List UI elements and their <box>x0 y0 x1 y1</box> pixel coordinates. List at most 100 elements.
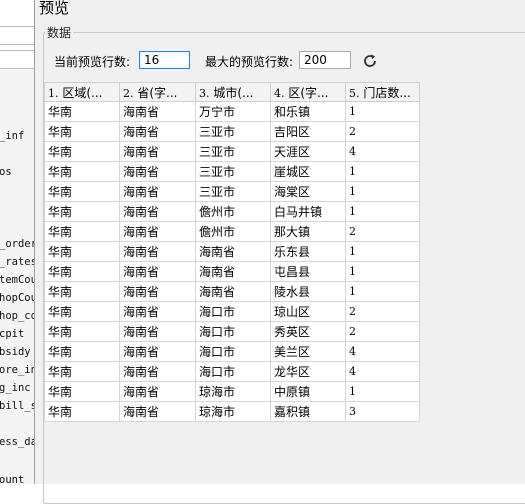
table-cell: 华南 <box>44 221 120 242</box>
background-list-item: bsidy <box>0 346 31 358</box>
column-header[interactable]: 3. 城市(... <box>195 82 271 102</box>
column-header[interactable]: 4. 区(字... <box>270 82 346 102</box>
table-row[interactable]: 华南 海南省 三亚市 吉阳区 2 <box>44 121 420 142</box>
table-cell: 海南省 <box>119 341 196 362</box>
table-row[interactable]: 华南 海南省 琼海市 中原镇 1 <box>44 381 420 402</box>
table-cell: 海南省 <box>119 201 196 222</box>
table-cell: 三亚市 <box>195 161 271 182</box>
background-list-item: g_inc <box>0 382 31 394</box>
table-cell: 美兰区 <box>270 341 346 362</box>
column-index: 4. <box>274 86 285 100</box>
table-cell: 儋州市 <box>195 221 271 242</box>
column-header[interactable]: 1. 区域(... <box>44 82 120 102</box>
table-cell: 海南省 <box>119 261 196 282</box>
refresh-button[interactable] <box>359 50 381 72</box>
table-row[interactable]: 华南 海南省 三亚市 天涯区 4 <box>44 141 420 162</box>
table-cell: 海南省 <box>119 361 196 382</box>
table-cell: 和乐镇 <box>270 101 346 122</box>
column-index: 2. <box>123 86 134 100</box>
background-list-item: os <box>0 166 12 178</box>
table-row[interactable]: 华南 海南省 海口市 秀英区 2 <box>44 321 420 342</box>
table-cell: 华南 <box>44 381 120 402</box>
table-cell: 海南省 <box>119 181 196 202</box>
table-cell: 海南省 <box>119 161 196 182</box>
table-cell: 1 <box>345 241 420 262</box>
table-cell: 2 <box>345 321 420 342</box>
table-cell: 华南 <box>44 181 120 202</box>
table-cell: 华南 <box>44 101 120 122</box>
table-cell: 龙华区 <box>270 361 346 382</box>
table-cell: 1 <box>345 101 420 122</box>
table-header-row: 1. 区域(... 2. 省(字... 3. 城市(... 4. 区(字... 5. 门… <box>44 82 420 102</box>
background-list-item: ore_in <box>0 364 37 376</box>
column-label: 门店数... <box>363 85 411 100</box>
table-row[interactable]: 华南 海南省 儋州市 那大镇 2 <box>44 221 420 242</box>
column-index: 3. <box>199 86 210 100</box>
table-row[interactable]: 华南 海南省 琼海市 嘉积镇 3 <box>44 401 420 422</box>
background-list-item: _order <box>0 238 37 250</box>
table-cell: 海南省 <box>195 281 271 302</box>
table-cell: 海口市 <box>195 361 271 382</box>
column-header[interactable]: 2. 省(字... <box>119 82 196 102</box>
table-cell: 1 <box>345 261 420 282</box>
table-cell: 海南省 <box>119 101 196 122</box>
table-row[interactable]: 华南 海南省 儋州市 白马井镇 1 <box>44 201 420 222</box>
table-cell: 1 <box>345 381 420 402</box>
table-cell: 海南省 <box>119 141 196 162</box>
table-row[interactable]: 华南 海南省 海南省 陵水县 1 <box>44 281 420 302</box>
dialog-title-bar[interactable] <box>35 0 525 16</box>
table-cell: 三亚市 <box>195 141 271 162</box>
table-cell: 三亚市 <box>195 181 271 202</box>
preview-table-area[interactable]: 1. 区域(... 2. 省(字... 3. 城市(... 4. 区(字... 5. 门… <box>44 82 525 484</box>
table-cell: 海南省 <box>119 321 196 342</box>
table-cell: 1 <box>345 201 420 222</box>
max-rows-input[interactable] <box>299 51 351 69</box>
max-rows-label: 最大的预览行数: <box>205 55 294 69</box>
table-cell: 华南 <box>44 321 120 342</box>
table-body: 华南 海南省 万宁市 和乐镇 1 华南 海南省 三亚市 吉阳区 2 华南 海南省 三亚市 天涯区 4 华南 海南… <box>44 101 420 422</box>
table-cell: 2 <box>345 121 420 142</box>
table-cell: 华南 <box>44 161 120 182</box>
table-cell: 海南省 <box>119 401 196 422</box>
table-cell: 华南 <box>44 141 120 162</box>
table-cell: 2 <box>345 221 420 242</box>
table-cell: 吉阳区 <box>270 121 346 142</box>
table-cell: 华南 <box>44 301 120 322</box>
background-list-item: ount <box>0 474 25 484</box>
table-cell: 华南 <box>44 241 120 262</box>
column-index: 5. <box>349 86 360 100</box>
table-cell: 白马井镇 <box>270 201 346 222</box>
table-row[interactable]: 华南 海南省 海南省 屯昌县 1 <box>44 261 420 282</box>
preview-dialog: 预览 数据 当前预览行数: 最大的预览行数: 1. 区域(...2. 省(字..… <box>34 0 525 504</box>
table-cell: 华南 <box>44 281 120 302</box>
table-cell: 琼海市 <box>195 401 271 422</box>
table-row[interactable]: 华南 海南省 海南省 乐东县 1 <box>44 241 420 262</box>
table-cell: 三亚市 <box>195 121 271 142</box>
table-row[interactable]: 华南 海南省 万宁市 和乐镇 1 <box>44 101 420 122</box>
table-cell: 嘉积镇 <box>270 401 346 422</box>
current-rows-input[interactable] <box>139 51 190 69</box>
refresh-icon <box>364 54 376 67</box>
table-cell: 秀英区 <box>270 321 346 342</box>
table-cell: 1 <box>345 161 420 182</box>
table-cell: 屯昌县 <box>270 261 346 282</box>
table-row[interactable]: 华南 海南省 三亚市 崖城区 1 <box>44 161 420 182</box>
table-cell: 海口市 <box>195 301 271 322</box>
table-cell: 海南省 <box>195 241 271 262</box>
table-row[interactable]: 华南 海南省 三亚市 海棠区 1 <box>44 181 420 202</box>
table-cell: 2 <box>345 301 420 322</box>
table-cell: 4 <box>345 141 420 162</box>
table-cell: 华南 <box>44 361 120 382</box>
current-rows-label: 当前预览行数: <box>54 55 131 69</box>
column-header[interactable]: 5. 门店数... <box>345 82 420 102</box>
table-cell: 万宁市 <box>195 101 271 122</box>
background-list-item: cpit <box>0 328 25 340</box>
table-cell: 琼山区 <box>270 301 346 322</box>
table-row[interactable]: 华南 海南省 海口市 美兰区 4 <box>44 341 420 362</box>
table-cell: 海南省 <box>119 221 196 242</box>
table-cell: 海南省 <box>119 381 196 402</box>
table-row[interactable]: 华南 海南省 海口市 琼山区 2 <box>44 301 420 322</box>
table-cell: 4 <box>345 361 420 382</box>
table-row[interactable]: 华南 海南省 海口市 龙华区 4 <box>44 361 420 382</box>
table-cell: 1 <box>345 281 420 302</box>
